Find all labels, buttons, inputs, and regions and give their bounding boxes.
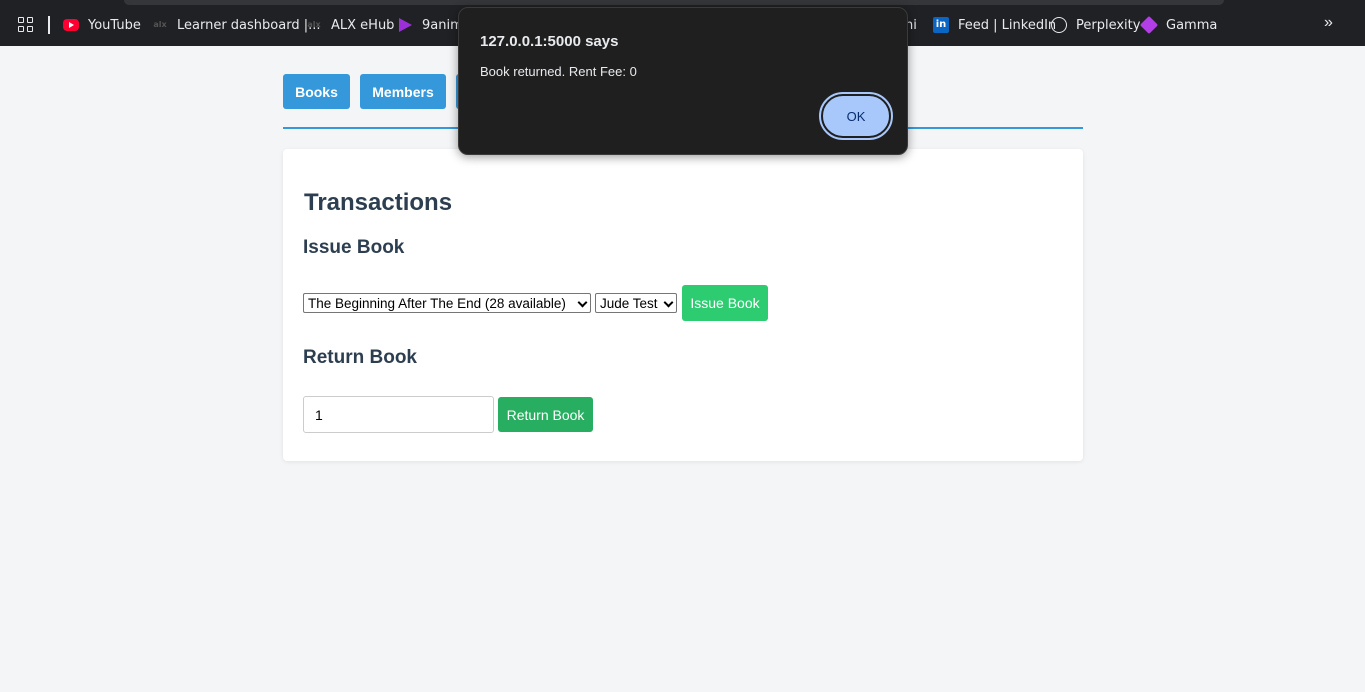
bookmark-alx-ehub[interactable]: alx ALX eHub [306, 16, 394, 34]
issue-book-heading: Issue Book [303, 237, 405, 258]
return-book-heading: Return Book [303, 347, 417, 368]
bookmark-label: Learner dashboard |... [177, 17, 321, 33]
bookmark-label: Feed | LinkedIn [958, 17, 1057, 33]
bookmark-learner-dashboard[interactable]: alx Learner dashboard |... [152, 16, 321, 34]
perplexity-icon [1051, 17, 1067, 33]
return-book-button[interactable]: Return Book [498, 397, 593, 432]
book-select-value: The Beginning After The End (28 availabl… [308, 295, 566, 311]
bookmarks-separator [48, 16, 50, 34]
book-select[interactable]: The Beginning After The End (28 availabl… [303, 293, 591, 313]
9anime-icon [399, 18, 412, 32]
apps-grid-icon[interactable] [18, 17, 33, 32]
issue-book-button[interactable]: Issue Book [682, 285, 768, 321]
bookmark-youtube[interactable]: YouTube [63, 16, 141, 34]
ok-button[interactable]: OK [819, 92, 893, 140]
dialog-message: Book returned. Rent Fee: 0 [480, 64, 637, 79]
alx-icon: alx [307, 20, 321, 29]
alx-icon: alx [153, 20, 167, 29]
bookmark-label: YouTube [88, 17, 141, 33]
youtube-icon [63, 19, 79, 31]
bookmark-label: Gamma [1166, 17, 1218, 33]
nav-books-button[interactable]: Books [283, 74, 350, 109]
nav-members-button[interactable]: Members [360, 74, 446, 109]
alert-dialog: 127.0.0.1:5000 says Book returned. Rent … [458, 7, 908, 155]
tab-strip-edge [124, 0, 1224, 5]
bookmark-label: ALX eHub [331, 17, 395, 33]
chevron-down-icon [577, 297, 588, 308]
chevron-down-icon [663, 297, 674, 308]
page-title: Transactions [304, 189, 453, 216]
member-select[interactable]: Jude Test [595, 293, 677, 313]
chevron-double-right-icon[interactable]: » [1324, 14, 1333, 32]
bookmark-label: Perplexity [1076, 17, 1141, 33]
linkedin-icon: in [933, 17, 949, 33]
transactions-card: Transactions Issue Book The Beginning Af… [283, 149, 1083, 461]
member-select-value: Jude Test [600, 295, 658, 311]
transaction-id-value: 1 [315, 406, 323, 423]
gamma-icon [1139, 15, 1159, 35]
bookmark-perplexity[interactable]: Perplexity [1051, 16, 1140, 34]
transaction-id-input[interactable]: 1 [303, 396, 494, 433]
bookmark-linkedin[interactable]: in Feed | LinkedIn [933, 16, 1056, 34]
dialog-title: 127.0.0.1:5000 says [480, 33, 619, 50]
bookmark-gamma[interactable]: Gamma [1139, 15, 1218, 35]
